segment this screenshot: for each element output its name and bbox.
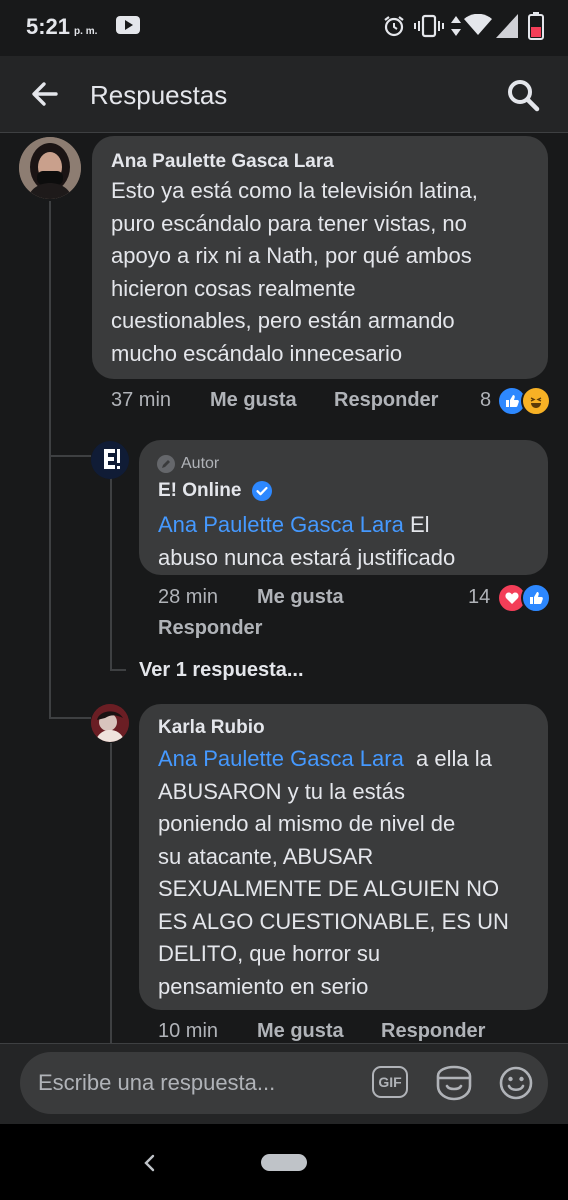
vibrate-icon xyxy=(414,14,444,38)
thread-line xyxy=(110,743,112,1043)
system-nav-bar xyxy=(0,1124,568,1200)
nav-back-icon[interactable] xyxy=(142,1154,156,1172)
nav-home-pill[interactable] xyxy=(261,1154,307,1171)
wifi-icon xyxy=(464,14,492,35)
reaction-count[interactable]: 14 xyxy=(468,586,490,609)
comment-author[interactable]: Ana Paulette Gasca Lara xyxy=(111,151,334,173)
back-arrow-icon[interactable] xyxy=(30,80,58,108)
reply-input[interactable]: Escribe una respuesta... xyxy=(38,1070,275,1096)
pencil-badge-icon xyxy=(157,455,175,473)
comment-text: Ana Paulette Gasca Lara El abuso nunca e… xyxy=(158,512,456,570)
comment-author[interactable]: Karla Rubio xyxy=(158,717,265,739)
author-badge: Autor xyxy=(181,455,220,472)
comment-bubble[interactable]: Ana Paulette Gasca Lara Esto ya está com… xyxy=(92,136,548,379)
thread-branch xyxy=(110,669,126,671)
status-bar: 5:21 p. m. xyxy=(0,0,568,56)
thread-line xyxy=(110,478,112,671)
comment-time: 10 min xyxy=(158,1020,219,1042)
comment-time: 28 min xyxy=(158,586,219,608)
comment-text: Ana Paulette Gasca Lara a ella la ABUSAR… xyxy=(158,746,509,999)
avatar[interactable] xyxy=(19,137,81,199)
reaction-count[interactable]: 8 xyxy=(480,389,491,412)
e-online-logo xyxy=(91,441,129,479)
mention-link[interactable]: Ana Paulette Gasca Lara xyxy=(158,512,404,537)
haha-reaction-icon xyxy=(521,386,551,416)
comment-bubble[interactable]: Karla Rubio Ana Paulette Gasca Lara a el… xyxy=(139,704,548,1010)
youtube-icon xyxy=(116,16,140,34)
avatar[interactable] xyxy=(91,704,129,742)
reply-composer[interactable]: Escribe una respuesta... GIF xyxy=(20,1052,548,1114)
sticker-icon[interactable] xyxy=(434,1064,474,1102)
gif-button[interactable]: GIF xyxy=(372,1066,408,1098)
gif-label: GIF xyxy=(378,1074,402,1090)
page-title: Respuestas xyxy=(90,80,228,110)
avatar[interactable] xyxy=(91,441,129,479)
reply-button[interactable]: Responder xyxy=(334,389,438,412)
reply-button[interactable]: Responder xyxy=(158,617,262,640)
like-button[interactable]: Me gusta xyxy=(257,586,344,609)
like-reaction-icon xyxy=(521,583,551,613)
reply-button[interactable]: Responder xyxy=(381,1020,485,1043)
thread-branch xyxy=(49,717,91,719)
top-app-bar xyxy=(0,56,568,133)
mention-link[interactable]: Ana Paulette Gasca Lara xyxy=(158,746,404,771)
replies-thread[interactable]: Ana Paulette Gasca Lara Esto ya está com… xyxy=(0,133,568,1043)
signal-icon xyxy=(496,14,518,38)
comment-author[interactable]: E! Online xyxy=(158,480,241,502)
thread-line xyxy=(49,201,51,719)
view-replies-link[interactable]: Ver 1 respuesta... xyxy=(139,659,304,682)
comment-text: Esto ya está como la televisión latina, … xyxy=(111,178,478,366)
status-time: 5:21 p. m. xyxy=(26,14,98,39)
battery-icon xyxy=(528,12,544,40)
alarm-icon xyxy=(384,16,404,37)
comment-time: 37 min xyxy=(111,389,172,411)
comment-bubble[interactable]: Autor E! Online Ana Paulette Gasca Lara … xyxy=(139,440,548,575)
thread-branch xyxy=(49,455,91,457)
data-arrows-icon xyxy=(451,16,461,36)
like-button[interactable]: Me gusta xyxy=(210,389,297,412)
like-button[interactable]: Me gusta xyxy=(257,1020,344,1043)
search-icon[interactable] xyxy=(506,78,540,112)
verified-badge-icon xyxy=(252,481,272,501)
emoji-icon[interactable] xyxy=(498,1065,534,1101)
